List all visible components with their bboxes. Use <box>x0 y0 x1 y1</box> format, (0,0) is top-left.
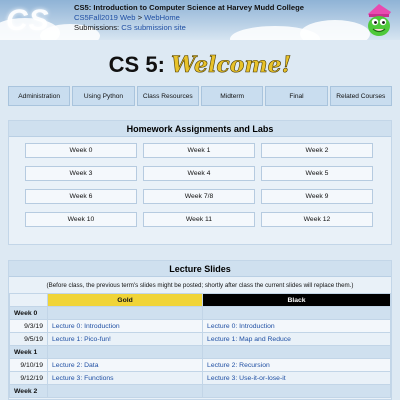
table-row: 9/5/19 Lecture 1: Pico-fun! Lecture 1: M… <box>9 332 391 346</box>
nav-related-courses[interactable]: Related Courses <box>329 86 392 106</box>
lecture-slides-note: (Before class, the previous term's slide… <box>46 282 354 289</box>
lecture-date: 9/10/19 <box>9 358 48 372</box>
breadcrumb-separator: > <box>135 13 145 22</box>
table-row: 9/10/19 Lecture 2: Data Lecture 2: Recur… <box>9 358 391 372</box>
table-row: 9/3/19 Lecture 0: Introduction Lecture 0… <box>9 319 391 333</box>
lecture-slides-heading: Lecture Slides <box>9 261 391 277</box>
week-12-button[interactable]: Week 12 <box>261 212 373 227</box>
gold-lecture-link[interactable]: Lecture 3: Functions <box>46 371 204 385</box>
week-7-8-button[interactable]: Week 7/8 <box>143 189 255 204</box>
week-row: Week 0 <box>9 306 391 320</box>
week-row: Week 2 <box>9 384 391 398</box>
week-11-button[interactable]: Week 11 <box>143 212 255 227</box>
breadcrumb-home-link[interactable]: WebHome <box>144 13 180 22</box>
nav-final[interactable]: Final <box>265 86 328 106</box>
homework-week-grid: Week 0 Week 1 Week 2 Week 3 Week 4 Week … <box>9 137 391 227</box>
homework-panel: Homework Assignments and Labs Week 0 Wee… <box>8 120 392 245</box>
cloud-decoration <box>300 20 370 40</box>
page-title-welcome: Welcome! <box>171 52 292 79</box>
lecture-schedule-table: Gold Black Week 0 9/3/19 Lecture 0: Intr… <box>9 293 391 398</box>
lecture-slides-panel: Lecture Slides (Before class, the previo… <box>8 260 392 400</box>
nav-class-resources[interactable]: Class Resources <box>136 86 199 106</box>
week-row-fill <box>202 306 391 320</box>
gold-lecture-link[interactable]: Lecture 2: Data <box>46 358 204 372</box>
gold-lecture-link[interactable]: Lecture 1: Pico-fun! <box>46 332 204 346</box>
lecture-date: 9/3/19 <box>9 319 48 333</box>
homework-heading: Homework Assignments and Labs <box>9 121 391 137</box>
header-banner: CS CS5: Introduction to Computer Science… <box>0 0 400 40</box>
week-row-fill <box>46 306 204 320</box>
main-nav: Administration Using Python Class Resour… <box>8 86 392 106</box>
week-2-button[interactable]: Week 2 <box>261 143 373 158</box>
week-label: Week 2 <box>9 384 48 398</box>
breadcrumb-web-link[interactable]: CS5Fall2019 Web <box>74 13 136 22</box>
page-title-prefix: CS 5: <box>108 52 165 77</box>
nav-administration[interactable]: Administration <box>8 86 71 106</box>
week-3-button[interactable]: Week 3 <box>25 166 137 181</box>
table-header-row: Gold Black <box>9 293 391 307</box>
gold-lecture-link[interactable]: Lecture 0: Introduction <box>46 319 204 333</box>
week-1-button[interactable]: Week 1 <box>143 143 255 158</box>
header-text: CS5: Introduction to Computer Science at… <box>74 3 304 33</box>
black-lecture-link[interactable]: Lecture 1: Map and Reduce <box>202 332 391 346</box>
week-label: Week 1 <box>9 345 48 359</box>
nav-using-python[interactable]: Using Python <box>72 86 135 106</box>
breadcrumb: CS5Fall2019 Web > WebHome <box>74 13 304 23</box>
submissions-link[interactable]: CS submission site <box>121 23 186 32</box>
lecture-date: 9/12/19 <box>9 371 48 385</box>
nav-midterm[interactable]: Midterm <box>200 86 264 106</box>
date-column-header <box>9 293 48 307</box>
gold-column-header: Gold <box>46 293 204 307</box>
week-9-button[interactable]: Week 9 <box>261 189 373 204</box>
mascot-icon <box>368 4 391 36</box>
week-4-button[interactable]: Week 4 <box>143 166 255 181</box>
week-row-fill <box>46 384 204 398</box>
black-column-header: Black <box>202 293 391 307</box>
black-lecture-link[interactable]: Lecture 0: Introduction <box>202 319 391 333</box>
week-label: Week 0 <box>9 306 48 320</box>
week-row-fill <box>202 345 391 359</box>
cs-logo: CS <box>6 4 50 37</box>
week-row-fill <box>46 345 204 359</box>
week-10-button[interactable]: Week 10 <box>25 212 137 227</box>
week-0-button[interactable]: Week 0 <box>25 143 137 158</box>
page-title: CS 5: Welcome! <box>0 52 400 79</box>
table-row: 9/12/19 Lecture 3: Functions Lecture 3: … <box>9 371 391 385</box>
week-5-button[interactable]: Week 5 <box>261 166 373 181</box>
lecture-date: 9/5/19 <box>9 332 48 346</box>
week-row: Week 1 <box>9 345 391 359</box>
week-row-fill <box>202 384 391 398</box>
submissions-label: Submissions: <box>74 23 122 32</box>
black-lecture-link[interactable]: Lecture 2: Recursion <box>202 358 391 372</box>
week-6-button[interactable]: Week 6 <box>25 189 137 204</box>
black-lecture-link[interactable]: Lecture 3: Use-it-or-lose-it <box>202 371 391 385</box>
course-title: CS5: Introduction to Computer Science at… <box>74 3 304 12</box>
submissions-line: Submissions: CS submission site <box>74 23 304 33</box>
